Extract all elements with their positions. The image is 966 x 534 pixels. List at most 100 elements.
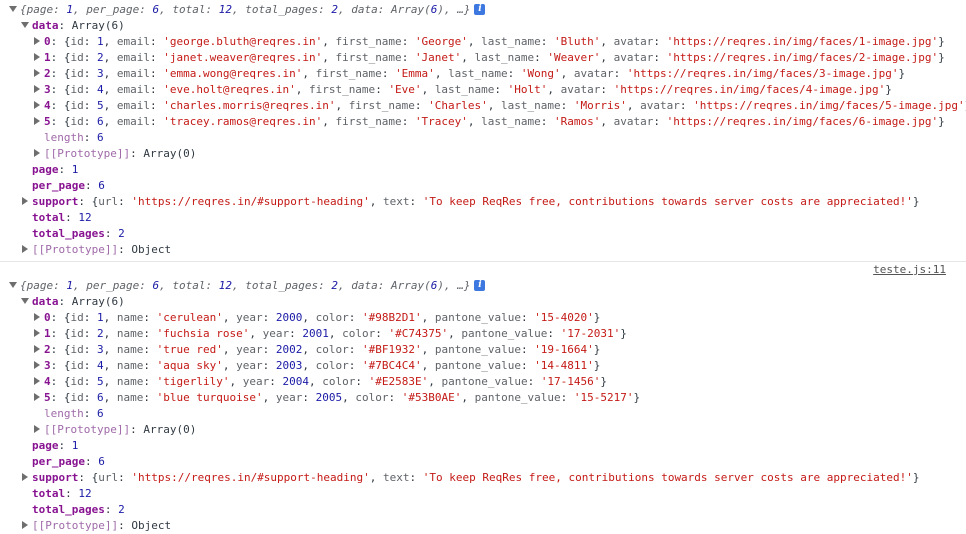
property-value: Array(6) [71,295,125,308]
expand-toggle-icon[interactable] [34,149,40,157]
property-value: 1 [71,439,79,452]
source-link[interactable]: teste.js:11 [873,262,946,278]
array-item-row[interactable]: 2: {id: 3, email: 'emma.wong@reqres.in',… [0,66,966,82]
array-item-row[interactable]: 5: {id: 6, email: 'tracey.ramos@reqres.i… [0,114,966,130]
array-item-row[interactable]: 1: {id: 2, name: 'fuchsia rose', year: 2… [0,326,966,342]
expand-toggle-icon[interactable] [34,53,40,61]
array-item-row[interactable]: 4: {id: 5, name: 'tigerlily', year: 2004… [0,374,966,390]
property-value: 12 [78,487,92,500]
array-item-row[interactable]: 4: {id: 5, email: 'charles.morris@reqres… [0,98,966,114]
array-item-value: {id: 1, email: 'george.bluth@reqres.in',… [63,35,945,48]
expand-toggle-icon[interactable] [21,298,29,304]
array-item-value: {id: 5, name: 'tigerlily', year: 2004, c… [63,375,608,388]
property-key: data [32,19,59,32]
array-item-row[interactable]: 0: {id: 1, email: 'george.bluth@reqres.i… [0,34,966,50]
property-value: 12 [78,211,92,224]
array-item-value: {id: 6, email: 'tracey.ramos@reqres.in',… [63,115,945,128]
expand-toggle-icon[interactable] [34,69,40,77]
property-row-data[interactable]: data: Array(6) [0,294,966,310]
property-row-total: total: 12 [32,211,92,224]
array-index: 2 [44,343,51,356]
expand-toggle-icon[interactable] [22,521,28,529]
array-item-row[interactable]: 1: {id: 2, email: 'janet.weaver@reqres.i… [0,50,966,66]
array-item-value: {id: 3, name: 'true red', year: 2002, co… [63,343,601,356]
expand-toggle-icon[interactable] [34,85,40,93]
property-value: 2 [118,503,125,516]
object-summary-row[interactable]: {page: 1, per_page: 6, total: 12, total_… [0,278,966,294]
expand-toggle-icon[interactable] [34,313,40,321]
property-row-total-pages: total_pages: 2 [32,503,125,516]
expand-toggle-icon[interactable] [34,37,40,45]
log-source-row: teste.js:11 [0,262,966,278]
property-value: 6 [97,407,104,420]
expand-toggle-icon[interactable] [34,377,40,385]
property-key: [[Prototype]] [32,243,119,256]
array-index: 3 [44,359,51,372]
array-item-row[interactable]: 0: {id: 1, name: 'cerulean', year: 2000,… [0,310,966,326]
property-row-total: total: 12 [32,487,92,500]
property-key: [[Prototype]] [44,147,131,160]
expand-toggle-icon[interactable] [9,6,17,12]
property-row-per-page: per_page: 6 [32,179,105,192]
expand-toggle-icon[interactable] [34,425,40,433]
array-index: 4 [44,99,51,112]
property-key: length [44,131,84,144]
property-row-data[interactable]: data: Array(6) [0,18,966,34]
property-value: Array(0) [143,423,197,436]
array-index: 4 [44,375,51,388]
property-value: 6 [98,455,105,468]
property-key: [[Prototype]] [32,519,119,532]
array-index: 1 [44,51,51,64]
property-row-prototype[interactable]: [[Prototype]]: Object [0,518,966,534]
expand-toggle-icon[interactable] [22,245,28,253]
array-index: 1 [44,327,51,340]
property-key: page [32,439,59,452]
property-row-page: page: 1 [32,439,79,452]
property-row-support[interactable]: support: {url: 'https://reqres.in/#suppo… [0,470,966,486]
array-item-value: {id: 4, name: 'aqua sky', year: 2003, co… [63,359,601,372]
property-value: Array(6) [71,19,125,32]
array-item-row[interactable]: 3: {id: 4, email: 'eve.holt@reqres.in', … [0,82,966,98]
array-item-row[interactable]: 3: {id: 4, name: 'aqua sky', year: 2003,… [0,358,966,374]
array-index: 0 [44,35,51,48]
property-key: data [32,295,59,308]
expand-toggle-icon[interactable] [34,117,40,125]
property-value: 6 [97,131,104,144]
property-key: per_page [32,179,85,192]
console-log-entry: teste.js:11 {page: 1, per_page: 6, total:… [0,262,966,534]
property-key: support [32,195,79,208]
array-item-value: {id: 4, email: 'eve.holt@reqres.in', fir… [63,83,892,96]
property-row-prototype[interactable]: [[Prototype]]: Object [0,242,966,258]
array-index: 3 [44,83,51,96]
array-index: 0 [44,311,51,324]
property-row-prototype[interactable]: [[Prototype]]: Array(0) [0,146,966,162]
property-row-prototype[interactable]: [[Prototype]]: Array(0) [0,422,966,438]
property-value: 2 [118,227,125,240]
property-key: [[Prototype]] [44,423,131,436]
object-summary: {page: 1, per_page: 6, total: 12, total_… [20,3,471,16]
property-row-support[interactable]: support: {url: 'https://reqres.in/#suppo… [0,194,966,210]
expand-toggle-icon[interactable] [9,282,17,288]
array-item-row[interactable]: 5: {id: 6, name: 'blue turquoise', year:… [0,390,966,406]
info-icon[interactable]: i [474,3,486,15]
expand-toggle-icon[interactable] [21,22,29,28]
expand-toggle-icon[interactable] [22,473,28,481]
property-key: per_page [32,455,85,468]
console-log-entry: {page: 1, per_page: 6, total: 12, total_… [0,0,966,262]
info-icon[interactable]: i [474,279,486,291]
property-value: Object [131,243,172,256]
expand-toggle-icon[interactable] [34,345,40,353]
array-item-row[interactable]: 2: {id: 3, name: 'true red', year: 2002,… [0,342,966,358]
array-item-value: {id: 6, name: 'blue turquoise', year: 20… [63,391,641,404]
property-key: total_pages [32,227,105,240]
expand-toggle-icon[interactable] [22,197,28,205]
property-key: total [32,487,66,500]
expand-toggle-icon[interactable] [34,101,40,109]
expand-toggle-icon[interactable] [34,393,40,401]
expand-toggle-icon[interactable] [34,361,40,369]
object-summary-row[interactable]: {page: 1, per_page: 6, total: 12, total_… [0,2,966,18]
expand-toggle-icon[interactable] [34,329,40,337]
property-row-per-page: per_page: 6 [32,455,105,468]
property-row-length: length: 6 [44,407,104,420]
property-key: total_pages [32,503,105,516]
